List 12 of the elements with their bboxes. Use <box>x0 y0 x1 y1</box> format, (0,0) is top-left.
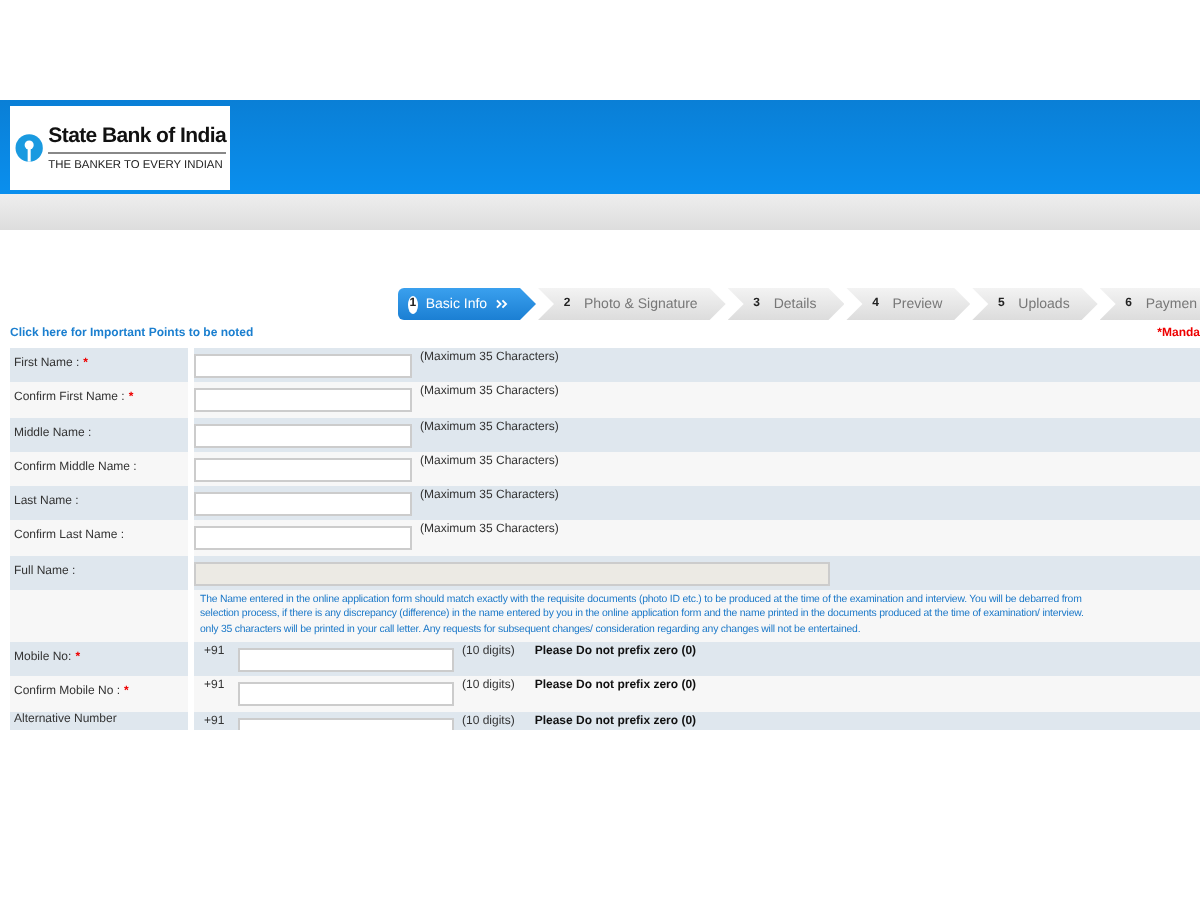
text-input[interactable] <box>194 526 412 551</box>
double-chevron-icon <box>495 296 508 312</box>
text-input[interactable] <box>194 388 412 413</box>
text-input[interactable] <box>194 457 412 482</box>
text-input[interactable] <box>194 492 412 517</box>
text-input[interactable] <box>194 423 412 448</box>
text-input[interactable] <box>194 354 412 378</box>
phone-input[interactable] <box>238 647 454 672</box>
readonly-field[interactable] <box>194 561 830 586</box>
phone-input[interactable] <box>238 717 454 730</box>
logo-title: State Bank of India <box>48 123 226 153</box>
phone-input[interactable] <box>238 682 454 707</box>
